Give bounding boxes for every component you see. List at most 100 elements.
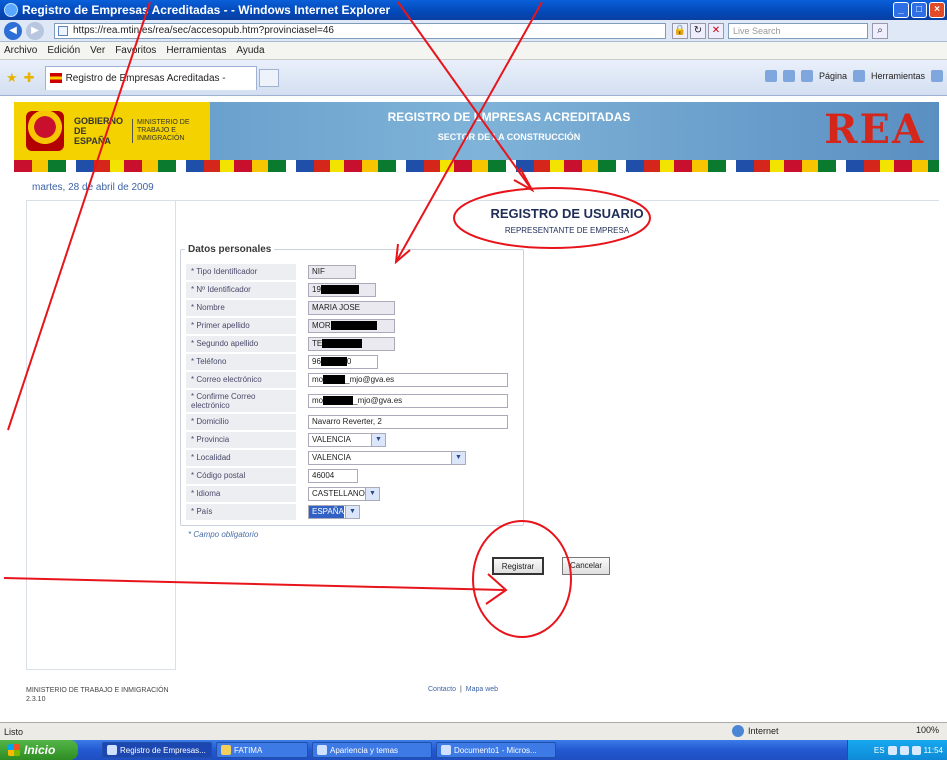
task-fatima[interactable]: FATIMA xyxy=(216,742,308,758)
contacto-link[interactable]: Contacto xyxy=(428,686,456,693)
chevron-down-icon: ▼ xyxy=(371,434,385,446)
confirm-email-input[interactable]: mo _mjo@gva.es xyxy=(308,394,508,408)
footer-links: Contacto | Mapa web xyxy=(428,686,499,693)
address-toolbar: ◀ ▶ https://rea.mtin.es/rea/sec/accesopu… xyxy=(0,20,947,42)
footer-ministry: MINISTERIO DE TRABAJO E INMIGRACIÓN 2.3.… xyxy=(26,687,169,703)
rea-logo: REA xyxy=(824,106,925,153)
coat-of-arms-icon xyxy=(26,111,64,151)
windows-logo-icon xyxy=(8,744,20,756)
row-pais: * País ESPAÑA ▼ xyxy=(186,504,360,520)
row-tipo-identificador: * Tipo Identificador NIF xyxy=(186,264,356,280)
task-documento[interactable]: Documento1 - Micros... xyxy=(436,742,556,758)
tray-icon[interactable] xyxy=(911,745,921,755)
menu-herramientas[interactable]: Herramientas xyxy=(166,45,226,56)
fieldset-legend: Datos personales xyxy=(188,244,272,255)
maximize-button[interactable]: □ xyxy=(911,2,927,18)
localidad-select[interactable]: VALENCIA ▼ xyxy=(308,451,466,465)
task-registro[interactable]: Registro de Empresas... xyxy=(102,742,212,758)
num-identificador-field: 19 xyxy=(308,283,376,297)
tray-icon[interactable] xyxy=(887,745,897,755)
security-zone[interactable]: Internet xyxy=(732,725,779,737)
refresh-icon[interactable]: ↻ xyxy=(690,22,706,39)
chevron-down-icon: ▼ xyxy=(451,452,465,464)
new-tab-button[interactable] xyxy=(258,68,279,87)
registrar-button[interactable]: Registrar xyxy=(492,557,544,575)
tools-icon xyxy=(852,70,865,82)
row-segundo-apellido: * Segundo apellido TE xyxy=(186,336,395,352)
menu-bar: Archivo Edición Ver Favoritos Herramient… xyxy=(0,42,947,60)
required-note: * Campo obligatorio xyxy=(188,530,259,539)
globe-icon xyxy=(732,725,744,737)
tab-registro[interactable]: Registro de Empresas Acreditadas - xyxy=(44,65,257,90)
chevron-down-icon: ▼ xyxy=(345,506,359,518)
chevron-down-icon: ▼ xyxy=(365,488,379,500)
menu-edicion[interactable]: Edición xyxy=(47,45,80,56)
row-num-identificador: * Nº Identificador 19 xyxy=(186,282,376,298)
left-column xyxy=(26,200,176,670)
idioma-select[interactable]: CASTELLANO ▼ xyxy=(308,487,380,501)
page-title: REGISTRO DE USUARIO xyxy=(490,206,644,221)
address-input[interactable]: https://rea.mtin.es/rea/sec/accesopub.ht… xyxy=(54,22,666,39)
menu-favoritos[interactable]: Favoritos xyxy=(115,45,156,56)
minimize-button[interactable]: _ xyxy=(893,2,909,18)
window-title: Registro de Empresas Acreditadas - - Win… xyxy=(22,3,391,17)
search-input[interactable]: Live Search xyxy=(728,22,868,39)
task-apariencia[interactable]: Apariencia y temas xyxy=(312,742,432,758)
help-icon[interactable] xyxy=(931,70,943,82)
tools-menu[interactable]: Herramientas xyxy=(871,71,925,81)
flags-strip xyxy=(14,160,939,172)
menu-archivo[interactable]: Archivo xyxy=(4,45,37,56)
email-input[interactable]: mo _mjo@gva.es xyxy=(308,373,508,387)
feeds-icon[interactable] xyxy=(782,70,795,82)
page-menu[interactable]: Página xyxy=(819,71,847,81)
nombre-field: MARIA JOSE xyxy=(308,301,395,315)
ie-icon xyxy=(4,3,18,17)
lock-icon[interactable]: 🔒 xyxy=(672,22,688,39)
ie-icon xyxy=(107,745,117,755)
site-banner: GOBIERNO DE ESPAÑA MINISTERIO DE TRABAJO… xyxy=(14,102,939,160)
close-button[interactable]: × xyxy=(929,2,945,18)
banner-subtitle: SECTOR DE LA CONSTRUCCIÓN xyxy=(437,132,581,142)
pais-select[interactable]: ESPAÑA ▼ xyxy=(308,505,360,519)
banner-title: REGISTRO DE EMPRESAS ACREDITADAS xyxy=(387,110,631,124)
settings-icon xyxy=(317,745,327,755)
spain-flag-icon xyxy=(49,73,62,83)
menu-ver[interactable]: Ver xyxy=(90,45,105,56)
row-telefono: * Teléfono 96 0 xyxy=(186,354,378,370)
system-tray: ES 11:54 xyxy=(847,740,947,760)
status-bar: Listo Internet 100% xyxy=(0,722,947,740)
print-icon[interactable] xyxy=(800,70,813,82)
tipo-identificador-field: NIF xyxy=(308,265,356,279)
add-favorites-icon[interactable]: ✚ xyxy=(24,70,35,86)
window-title-bar: Registro de Empresas Acreditadas - - Win… xyxy=(0,0,947,20)
row-primer-apellido: * Primer apellido MOR xyxy=(186,318,395,334)
primer-apellido-field: MOR xyxy=(308,319,395,333)
search-icon[interactable]: ⌕ xyxy=(872,22,888,39)
government-logo: GOBIERNO DE ESPAÑA MINISTERIO DE TRABAJO… xyxy=(14,102,210,160)
telefono-input[interactable]: 96 0 xyxy=(308,355,378,369)
row-idioma: * Idioma CASTELLANO ▼ xyxy=(186,486,380,502)
zoom-level[interactable]: 100% xyxy=(916,725,939,735)
cancelar-button[interactable]: Cancelar xyxy=(562,557,610,575)
folder-icon xyxy=(221,745,231,755)
start-button[interactable]: Inicio xyxy=(0,740,78,760)
current-date: martes, 28 de abril de 2009 xyxy=(32,182,154,193)
row-localidad: * Localidad VALENCIA ▼ xyxy=(186,450,466,466)
segundo-apellido-field: TE xyxy=(308,337,395,351)
back-icon[interactable]: ◀ xyxy=(4,21,22,40)
command-bar: Página Herramientas xyxy=(764,70,943,82)
home-icon[interactable] xyxy=(764,70,777,82)
mapa-web-link[interactable]: Mapa web xyxy=(466,686,498,693)
page-subtitle: REPRESENTANTE DE EMPRESA xyxy=(504,226,630,235)
forward-icon[interactable]: ▶ xyxy=(26,21,44,40)
stop-icon[interactable]: ✕ xyxy=(708,22,724,39)
row-codigo-postal: * Código postal 46004 xyxy=(186,468,358,484)
domicilio-input[interactable]: Navarro Reverter, 2 xyxy=(308,415,508,429)
tray-icon[interactable] xyxy=(899,745,909,755)
menu-ayuda[interactable]: Ayuda xyxy=(236,45,264,56)
taskbar: Inicio Registro de Empresas... FATIMA Ap… xyxy=(0,740,947,760)
provincia-select[interactable]: VALENCIA ▼ xyxy=(308,433,386,447)
codigo-postal-input[interactable]: 46004 xyxy=(308,469,358,483)
row-domicilio: * Domicilio Navarro Reverter, 2 xyxy=(186,414,508,430)
favorites-star-icon[interactable]: ★ xyxy=(6,70,18,86)
